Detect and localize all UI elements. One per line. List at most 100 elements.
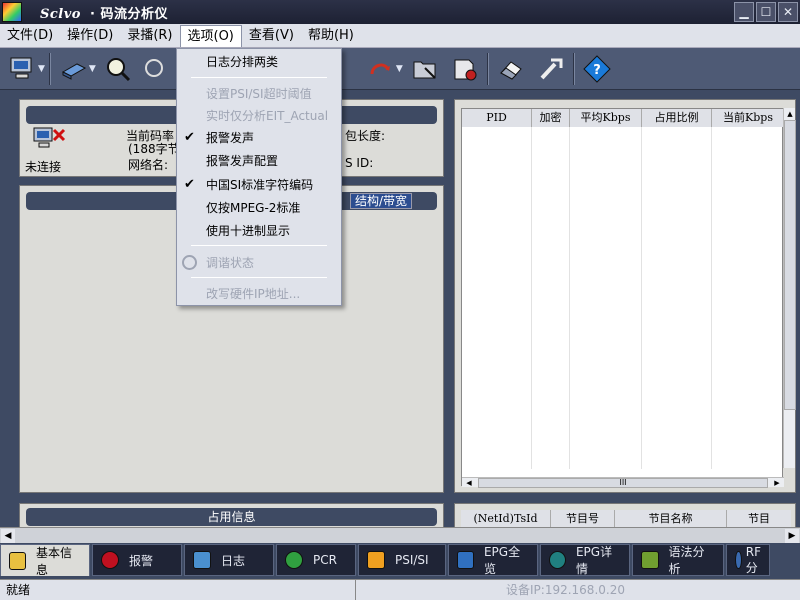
tab-label: 日志	[221, 553, 246, 568]
menu-item-label: 报警发声	[206, 131, 255, 145]
epg-detail-icon	[549, 551, 566, 569]
menu-help[interactable]: 帮助(H)	[301, 25, 361, 47]
menu-item-label: 实时仅分析EIT_Actual	[206, 109, 329, 123]
menu-operation[interactable]: 操作(D)	[60, 25, 120, 47]
title-bar: Sclvo · 码流分析仪 ▁ ☐ ✕	[0, 0, 800, 24]
check-icon: ✔	[184, 177, 195, 192]
vscroll-thumb[interactable]	[784, 120, 796, 410]
menu-options[interactable]: 选项(O)	[179, 24, 242, 47]
tab-pcr[interactable]: PCR	[276, 544, 356, 576]
menu-item-mpeg2-only[interactable]: 仅按MPEG-2标准	[177, 197, 341, 219]
toolbar-separator	[48, 52, 51, 85]
table-icon	[367, 551, 385, 569]
tab-epg-overview[interactable]: EPG全览	[448, 544, 538, 576]
scroll-right-icon[interactable]: ▶	[770, 478, 784, 488]
status-text: 就绪	[6, 583, 31, 597]
pid-grid: PID 加密 平均Kbps 占用比例 当前Kbps ◀ III ▶	[461, 108, 784, 488]
menu-item-rewrite-ip[interactable]: 改写硬件IP地址...	[177, 283, 341, 305]
scroll-left-icon[interactable]: ◀	[462, 478, 476, 488]
minimize-button[interactable]: ▁	[734, 2, 754, 22]
home-icon	[9, 551, 26, 570]
device-ip: 设备IP:192.168.0.20	[355, 580, 800, 600]
record-file-icon[interactable]	[447, 52, 483, 86]
close-button[interactable]: ✕	[778, 2, 798, 22]
menu-item-decimal-display[interactable]: 使用十进制显示	[177, 220, 341, 242]
structure-bandwidth-tab[interactable]: 结构/带宽	[350, 193, 412, 209]
tab-psi-si[interactable]: PSI/SI	[358, 544, 446, 576]
tab-syntax[interactable]: 语法分析	[632, 544, 724, 576]
bottom-tabs: 基本信息 报警 日志 PCR PSI/SI EPG全览 EPG详情 语法分析 R…	[0, 544, 800, 578]
tab-epg-detail[interactable]: EPG详情	[540, 544, 630, 576]
tab-rf[interactable]: RF分	[726, 544, 770, 576]
network-name-label: 网络名:	[128, 158, 169, 172]
tab-label: 语法分析	[668, 545, 705, 576]
menu-file[interactable]: 文件(D)	[0, 25, 60, 47]
refresh-dropdown-icon[interactable]: ▼	[396, 64, 403, 74]
tab-label: PSI/SI	[395, 553, 429, 567]
syntax-icon	[641, 551, 659, 569]
clear-eraser-icon[interactable]	[493, 52, 529, 86]
menu-item-china-si-encoding[interactable]: ✔ 中国SI标准字符编码	[177, 174, 341, 196]
tab-label: EPG全览	[483, 545, 521, 576]
scroll-thumb[interactable]: III	[478, 478, 768, 488]
pid-grid-hscroll[interactable]: ◀ III ▶	[462, 477, 784, 488]
maximize-button[interactable]: ☐	[756, 2, 776, 22]
toolbar-separator-2	[486, 52, 489, 85]
tab-label: RF分	[745, 544, 761, 575]
col-program-number[interactable]: 节目号	[551, 510, 615, 528]
scroll-up-icon[interactable]: ▲	[784, 108, 796, 120]
menu-item-tuner-status[interactable]: 调谐状态	[177, 252, 341, 274]
menu-item-label: 仅按MPEG-2标准	[206, 201, 301, 215]
app-icon	[2, 2, 22, 22]
device-dropdown-icon[interactable]: ▼	[89, 64, 96, 74]
menu-record[interactable]: 录播(R)	[120, 25, 179, 47]
check-icon: ✔	[184, 130, 195, 145]
tab-label: 基本信息	[36, 545, 73, 577]
status-bar: 就绪 设备IP:192.168.0.20	[0, 579, 800, 600]
col-encrypted[interactable]: 加密	[532, 109, 570, 127]
col-pid[interactable]: PID	[462, 109, 532, 127]
menu-item-log-split[interactable]: 日志分排两类	[177, 51, 341, 73]
col-current-kbps[interactable]: 当前Kbps	[712, 109, 784, 127]
tab-basic-info[interactable]: 基本信息	[0, 544, 90, 577]
tuner-icon	[182, 255, 197, 270]
scan-icon[interactable]	[140, 52, 176, 86]
main-scroll-right-icon[interactable]: ▶	[785, 529, 799, 543]
svg-text:?: ?	[593, 63, 601, 78]
program-panel: (NetId)TsId 节目号 节目名称 节目	[454, 503, 796, 529]
alarm-icon	[101, 551, 119, 569]
connect-icon[interactable]	[4, 52, 40, 86]
device-icon[interactable]	[55, 52, 91, 86]
menu-item-label: 设置PSI/SI超时阈值	[206, 87, 312, 101]
connect-dropdown-icon[interactable]: ▼	[38, 64, 45, 74]
clock-icon	[285, 551, 303, 569]
main-hscroll[interactable]: ◀ ▶	[0, 527, 800, 543]
col-avg-kbps[interactable]: 平均Kbps	[570, 109, 642, 127]
tools-icon[interactable]	[533, 52, 569, 86]
refresh-icon[interactable]	[362, 52, 398, 86]
occupancy-title: 占用信息	[26, 508, 437, 526]
col-program-more[interactable]: 节目	[727, 510, 791, 528]
search-icon[interactable]	[100, 52, 136, 86]
menu-separator	[191, 77, 327, 78]
col-ratio[interactable]: 占用比例	[642, 109, 712, 127]
menu-item-eit-actual[interactable]: 实时仅分析EIT_Actual	[177, 105, 341, 127]
epg-overview-icon	[457, 551, 474, 569]
menu-view[interactable]: 查看(V)	[242, 25, 301, 47]
col-netid-tsid[interactable]: (NetId)TsId	[461, 510, 551, 528]
col-program-name[interactable]: 节目名称	[615, 510, 727, 528]
help-icon[interactable]: ?	[579, 52, 615, 86]
tab-log[interactable]: 日志	[184, 544, 274, 576]
menu-separator	[191, 277, 327, 278]
menu-item-alarm-sound[interactable]: ✔ 报警发声	[177, 127, 341, 149]
packet-length-label: 包长度:	[345, 129, 386, 143]
tab-alarm[interactable]: 报警	[92, 544, 182, 576]
ts-id-label: S ID:	[345, 156, 374, 170]
main-scroll-left-icon[interactable]: ◀	[1, 529, 15, 543]
menu-item-psi-timeout[interactable]: 设置PSI/SI超时阈值	[177, 83, 341, 105]
menu-item-alarm-sound-config[interactable]: 报警发声配置	[177, 150, 341, 172]
menu-bar: 文件(D) 操作(D) 录播(R) 选项(O) 查看(V) 帮助(H)	[0, 24, 800, 48]
options-menu: 日志分排两类 设置PSI/SI超时阈值 实时仅分析EIT_Actual ✔ 报警发…	[176, 48, 342, 306]
folder-open-icon[interactable]	[407, 52, 443, 86]
pid-grid-vscroll[interactable]: ▲	[783, 108, 796, 468]
